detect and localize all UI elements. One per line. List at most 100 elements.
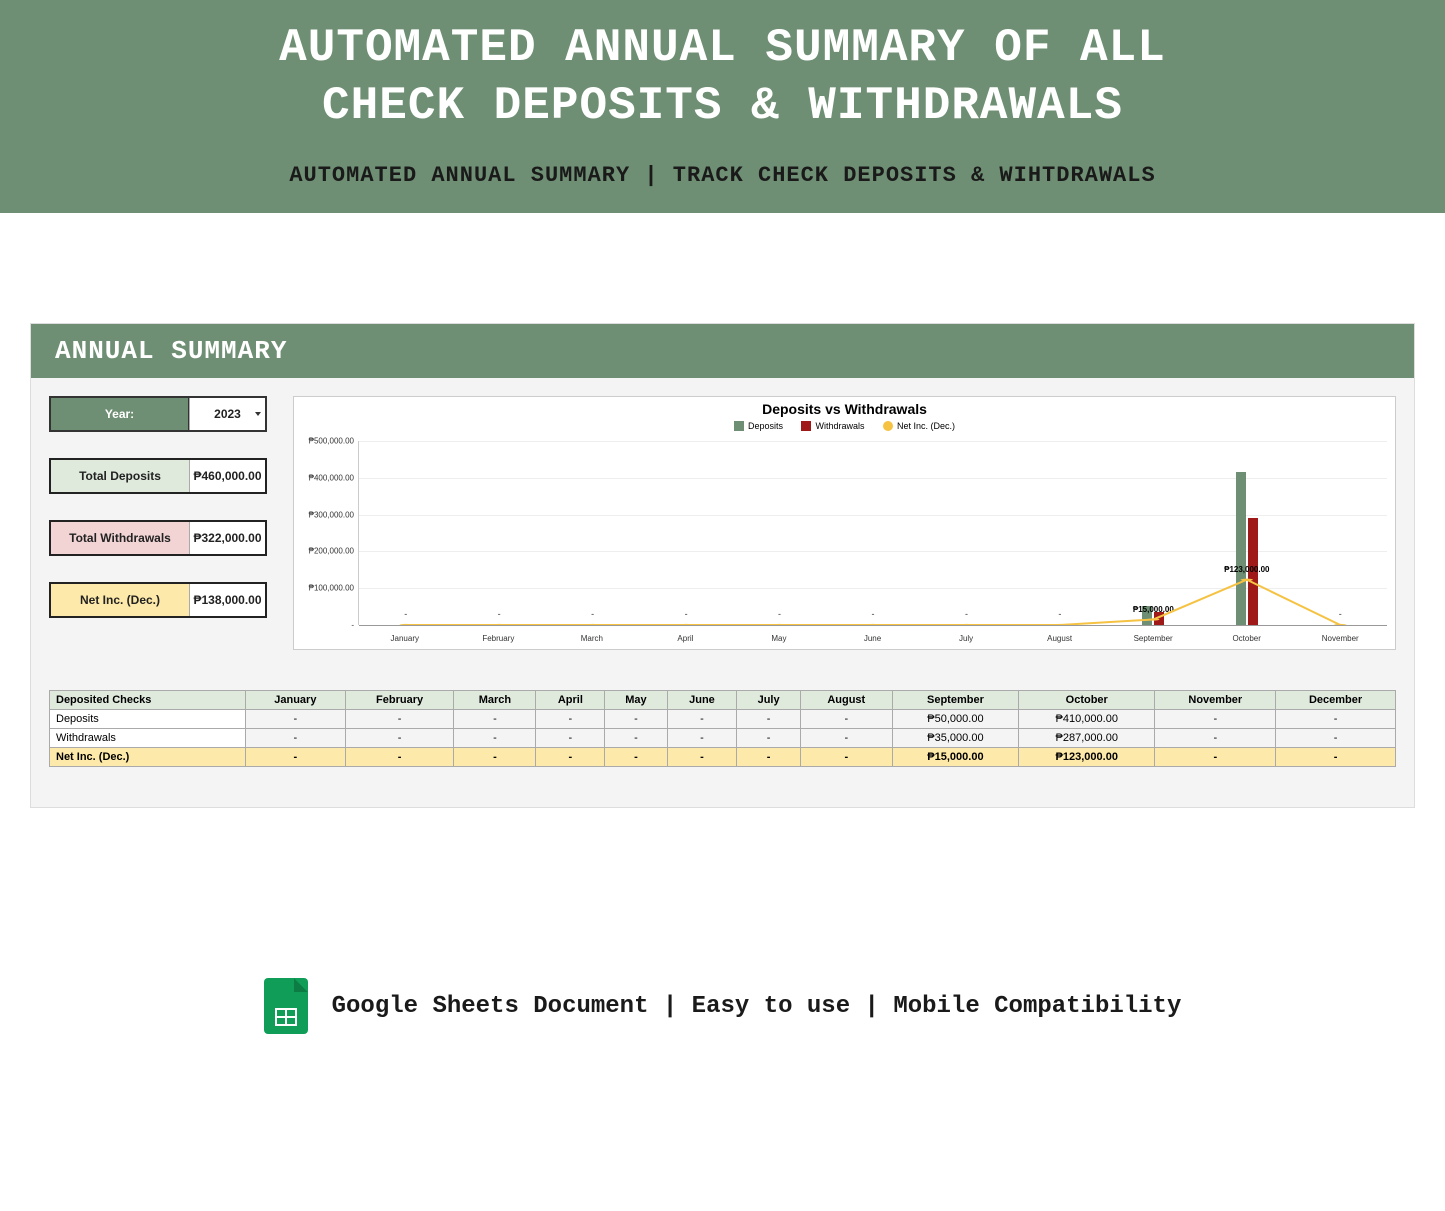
x-label: August xyxy=(1013,634,1107,643)
table-cell: - xyxy=(454,729,536,748)
table-row: Net Inc. (Dec.)--------₱15,000.00₱123,00… xyxy=(50,748,1396,767)
table-row-label: Net Inc. (Dec.) xyxy=(50,748,246,767)
total-deposits-value: ₱460,000.00 xyxy=(189,460,265,492)
chart-title: Deposits vs Withdrawals xyxy=(294,401,1395,417)
table-row: Deposits--------₱50,000.00₱410,000.00-- xyxy=(50,710,1396,729)
table-cell: - xyxy=(605,748,667,767)
table-col-header: January xyxy=(245,691,345,710)
legend-deposits: Deposits xyxy=(734,421,783,431)
chart-legend: Deposits Withdrawals Net Inc. (Dec.) xyxy=(294,421,1395,433)
table-cell: - xyxy=(1276,729,1396,748)
google-sheets-icon xyxy=(264,978,308,1034)
x-label: October xyxy=(1200,634,1294,643)
y-tick: ₱500,000.00 xyxy=(309,437,354,446)
chart-grid: --------₱15,000.00₱123,000.00- xyxy=(358,441,1387,625)
y-tick: ₱100,000.00 xyxy=(309,584,354,593)
table-cell: - xyxy=(1276,710,1396,729)
y-tick: - xyxy=(351,621,354,630)
net-inc-value: ₱138,000.00 xyxy=(189,584,265,616)
y-tick: ₱400,000.00 xyxy=(309,473,354,482)
table-cell: - xyxy=(345,748,454,767)
x-label: July xyxy=(919,634,1013,643)
table-cell: - xyxy=(605,710,667,729)
x-label: April xyxy=(639,634,733,643)
page-title: AUTOMATED ANNUAL SUMMARY OF ALL CHECK DE… xyxy=(0,20,1445,135)
x-label: March xyxy=(545,634,639,643)
chart-y-axis: ₱500,000.00₱400,000.00₱300,000.00₱200,00… xyxy=(298,441,354,625)
summary-table: Deposited ChecksJanuaryFebruaryMarchApri… xyxy=(49,690,1396,767)
table-cell: - xyxy=(667,710,737,729)
table-cell: ₱123,000.00 xyxy=(1019,748,1155,767)
table-col-header: March xyxy=(454,691,536,710)
table-cell: - xyxy=(800,710,892,729)
x-label: May xyxy=(732,634,826,643)
table-cell: - xyxy=(1155,748,1276,767)
stats-column: Year: 2023 Total Deposits ₱460,000.00 To… xyxy=(49,396,267,650)
table-cell: - xyxy=(737,748,800,767)
table-cell: - xyxy=(454,710,536,729)
table-cell: - xyxy=(800,729,892,748)
table-col-header: December xyxy=(1276,691,1396,710)
table-col-header: September xyxy=(892,691,1018,710)
table-cell: - xyxy=(737,729,800,748)
year-value: 2023 xyxy=(189,398,265,430)
footer-text: Google Sheets Document | Easy to use | M… xyxy=(332,993,1182,1020)
table-col-header: November xyxy=(1155,691,1276,710)
y-tick: ₱300,000.00 xyxy=(309,510,354,519)
chart-area: Deposits vs Withdrawals Deposits Withdra… xyxy=(293,396,1396,650)
dashboard-body: Year: 2023 Total Deposits ₱460,000.00 To… xyxy=(31,378,1414,660)
table-cell: - xyxy=(1276,748,1396,767)
legend-net: Net Inc. (Dec.) xyxy=(883,421,955,431)
table-col-header: May xyxy=(605,691,667,710)
x-label: June xyxy=(826,634,920,643)
table-cell: - xyxy=(454,748,536,767)
table-cell: - xyxy=(245,748,345,767)
year-selector[interactable]: Year: 2023 xyxy=(49,396,267,432)
total-withdrawals-label: Total Withdrawals xyxy=(51,522,189,554)
table-cell: - xyxy=(245,710,345,729)
table-row: Withdrawals--------₱35,000.00₱287,000.00… xyxy=(50,729,1396,748)
page-subtitle: AUTOMATED ANNUAL SUMMARY | TRACK CHECK D… xyxy=(0,163,1445,188)
dashboard-panel: ANNUAL SUMMARY Year: 2023 Total Deposits… xyxy=(30,323,1415,808)
table-cell: - xyxy=(667,748,737,767)
table-cell: ₱50,000.00 xyxy=(892,710,1018,729)
table-corner: Deposited Checks xyxy=(50,691,246,710)
table-cell: - xyxy=(245,729,345,748)
total-deposits-box: Total Deposits ₱460,000.00 xyxy=(49,458,267,494)
title-line-2: CHECK DEPOSITS & WITHDRAWALS xyxy=(322,80,1123,132)
table-col-header: June xyxy=(667,691,737,710)
table-cell: - xyxy=(1155,710,1276,729)
table-row-label: Deposits xyxy=(50,710,246,729)
x-label: January xyxy=(358,634,452,643)
table-cell: - xyxy=(1155,729,1276,748)
table-col-header: October xyxy=(1019,691,1155,710)
total-deposits-label: Total Deposits xyxy=(51,460,189,492)
table-row-label: Withdrawals xyxy=(50,729,246,748)
table-col-header: August xyxy=(800,691,892,710)
table-col-header: April xyxy=(536,691,605,710)
year-label: Year: xyxy=(51,398,189,430)
x-label: February xyxy=(452,634,546,643)
table-cell: ₱15,000.00 xyxy=(892,748,1018,767)
table-cell: - xyxy=(536,729,605,748)
x-label: November xyxy=(1293,634,1387,643)
table-cell: ₱35,000.00 xyxy=(892,729,1018,748)
table-cell: - xyxy=(605,729,667,748)
footer-bar: Google Sheets Document | Easy to use | M… xyxy=(0,958,1445,1074)
title-line-1: AUTOMATED ANNUAL SUMMARY OF ALL xyxy=(279,22,1166,74)
legend-withdrawals: Withdrawals xyxy=(801,421,864,431)
net-line-svg xyxy=(359,441,1387,625)
total-withdrawals-box: Total Withdrawals ₱322,000.00 xyxy=(49,520,267,556)
net-inc-label: Net Inc. (Dec.) xyxy=(51,584,189,616)
table-cell: ₱410,000.00 xyxy=(1019,710,1155,729)
table-cell: ₱287,000.00 xyxy=(1019,729,1155,748)
table-cell: - xyxy=(536,748,605,767)
table-col-header: February xyxy=(345,691,454,710)
table-col-header: July xyxy=(737,691,800,710)
net-inc-box: Net Inc. (Dec.) ₱138,000.00 xyxy=(49,582,267,618)
x-label: September xyxy=(1106,634,1200,643)
y-tick: ₱200,000.00 xyxy=(309,547,354,556)
chart-x-axis: JanuaryFebruaryMarchAprilMayJuneJulyAugu… xyxy=(358,634,1387,643)
summary-table-wrap: Deposited ChecksJanuaryFebruaryMarchApri… xyxy=(31,660,1414,807)
header-banner: AUTOMATED ANNUAL SUMMARY OF ALL CHECK DE… xyxy=(0,0,1445,213)
